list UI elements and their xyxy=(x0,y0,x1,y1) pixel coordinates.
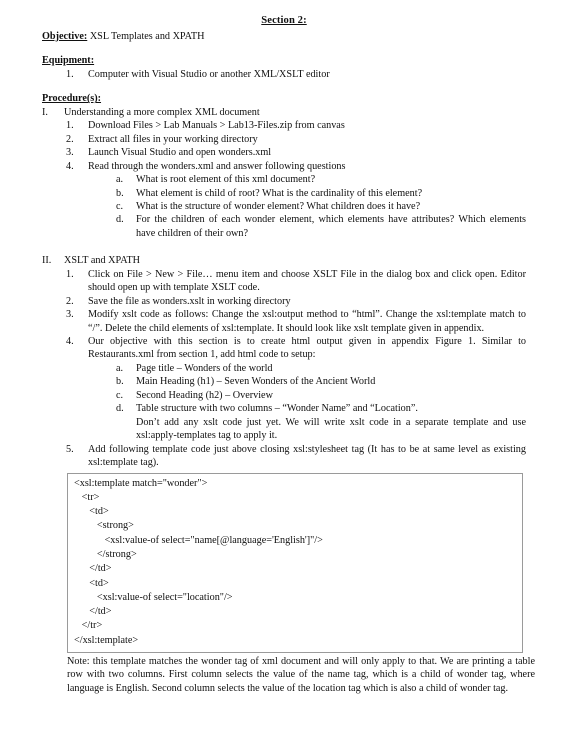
list-text: Our objective with this section is to cr… xyxy=(88,336,526,361)
list-item: 1. Download Files > Lab Manuals > Lab13-… xyxy=(42,119,526,132)
list-marker: 2. xyxy=(66,295,74,307)
list-text: Click on File > New > File… menu item an… xyxy=(88,268,526,294)
list-text: Download Files > Lab Manuals > Lab13-Fil… xyxy=(88,120,345,132)
list-marker: 4. xyxy=(66,336,74,348)
list-marker: 2. xyxy=(66,133,74,145)
list-marker: 3. xyxy=(66,147,74,159)
list-text: What element is child of root? What is t… xyxy=(136,187,423,199)
list-marker: 1. xyxy=(66,120,74,132)
closing-note: Note: this template matches the wonder t… xyxy=(67,655,535,694)
list-marker: b. xyxy=(116,376,124,388)
list-item: 4. Read through the wonders.xml and answ… xyxy=(42,160,526,173)
list-marker: c. xyxy=(116,389,124,401)
list-text: Main Heading (h1) – Seven Wonders of the… xyxy=(136,376,376,388)
objective-line: Objective: XSL Templates and XPATH xyxy=(42,30,526,43)
objective-text: XSL Templates and XPATH xyxy=(87,30,205,42)
list-marker: 5. xyxy=(66,443,74,455)
list-text: Second Heading (h2) – Overview xyxy=(136,389,273,401)
list-marker: 1. xyxy=(66,68,74,80)
list-marker: 1. xyxy=(66,268,74,280)
list-text: What is the structure of wonder element?… xyxy=(136,200,421,212)
list-item: 4. Our objective with this section is to… xyxy=(42,335,526,362)
list-text: Add following template code just above c… xyxy=(88,443,526,469)
list-marker: b. xyxy=(116,187,124,199)
list-text: Save the file as wonders.xslt in working… xyxy=(88,295,291,307)
list-text: Computer with Visual Studio or another X… xyxy=(88,68,330,80)
list-marker: a. xyxy=(116,174,124,186)
list-item: b. What element is child of root? What i… xyxy=(42,187,526,200)
list-item: 5. Add following template code just abov… xyxy=(42,443,526,470)
list-item: 1. Click on File > New > File… menu item… xyxy=(42,268,526,295)
xslt-code-block: <xsl:template match="wonder"> <tr> <td> … xyxy=(67,472,523,653)
list-text: Read through the wonders.xml and answer … xyxy=(88,160,346,172)
setup-note: Don’t add any xslt code just yet. We wil… xyxy=(136,416,526,442)
section-title: Understanding a more complex XML documen… xyxy=(64,106,260,118)
list-item: 3. Modify xslt code as follows: Change t… xyxy=(42,308,526,335)
list-marker: 3. xyxy=(66,309,74,321)
list-item: 2. Extract all files in your working dir… xyxy=(42,133,526,146)
list-item: 2. Save the file as wonders.xslt in work… xyxy=(42,295,526,308)
procedures-label: Procedure(s): xyxy=(42,93,102,105)
list-text: Modify xslt code as follows: Change the … xyxy=(88,309,526,334)
list-marker: c. xyxy=(116,200,124,212)
list-item: c. Second Heading (h2) – Overview xyxy=(42,389,526,402)
section-one-heading: I. Understanding a more complex XML docu… xyxy=(42,106,526,119)
list-text: Extract all files in your working direct… xyxy=(88,133,258,145)
list-marker: a. xyxy=(116,362,124,374)
list-item: d. For the children of each wonder eleme… xyxy=(42,213,526,240)
list-item: c. What is the structure of wonder eleme… xyxy=(42,200,526,213)
list-marker: d. xyxy=(116,214,124,226)
list-marker: 4. xyxy=(66,160,74,172)
list-marker: d. xyxy=(116,403,124,415)
section-marker: I. xyxy=(42,106,48,118)
section-two-heading: II. XSLT and XPATH xyxy=(42,254,526,267)
list-text: For the children of each wonder element,… xyxy=(136,214,526,239)
document-page: Section 2: Objective: XSL Templates and … xyxy=(0,0,574,747)
section-marker: II. xyxy=(42,255,52,267)
objective-label: Objective: xyxy=(42,30,88,42)
procedures-heading: Procedure(s): xyxy=(42,92,526,105)
list-text: Page title – Wonders of the world xyxy=(136,362,273,374)
equipment-label: Equipment: xyxy=(42,55,95,67)
equipment-heading: Equipment: xyxy=(42,54,526,67)
list-item: b. Main Heading (h1) – Seven Wonders of … xyxy=(42,375,526,388)
list-item: 3. Launch Visual Studio and open wonders… xyxy=(42,146,526,159)
section-title: XSLT and XPATH xyxy=(64,255,141,267)
page-title: Section 2: xyxy=(261,15,307,26)
list-item: a. Page title – Wonders of the world xyxy=(42,362,526,375)
list-text: What is root element of this xml documen… xyxy=(136,174,316,186)
list-item: a. What is root element of this xml docu… xyxy=(42,173,526,186)
list-item: d. Table structure with two columns – “W… xyxy=(42,402,526,415)
list-item: 1. Computer with Visual Studio or anothe… xyxy=(42,68,526,81)
list-text: Launch Visual Studio and open wonders.xm… xyxy=(88,147,272,159)
list-text: Table structure with two columns – “Wond… xyxy=(136,403,418,415)
